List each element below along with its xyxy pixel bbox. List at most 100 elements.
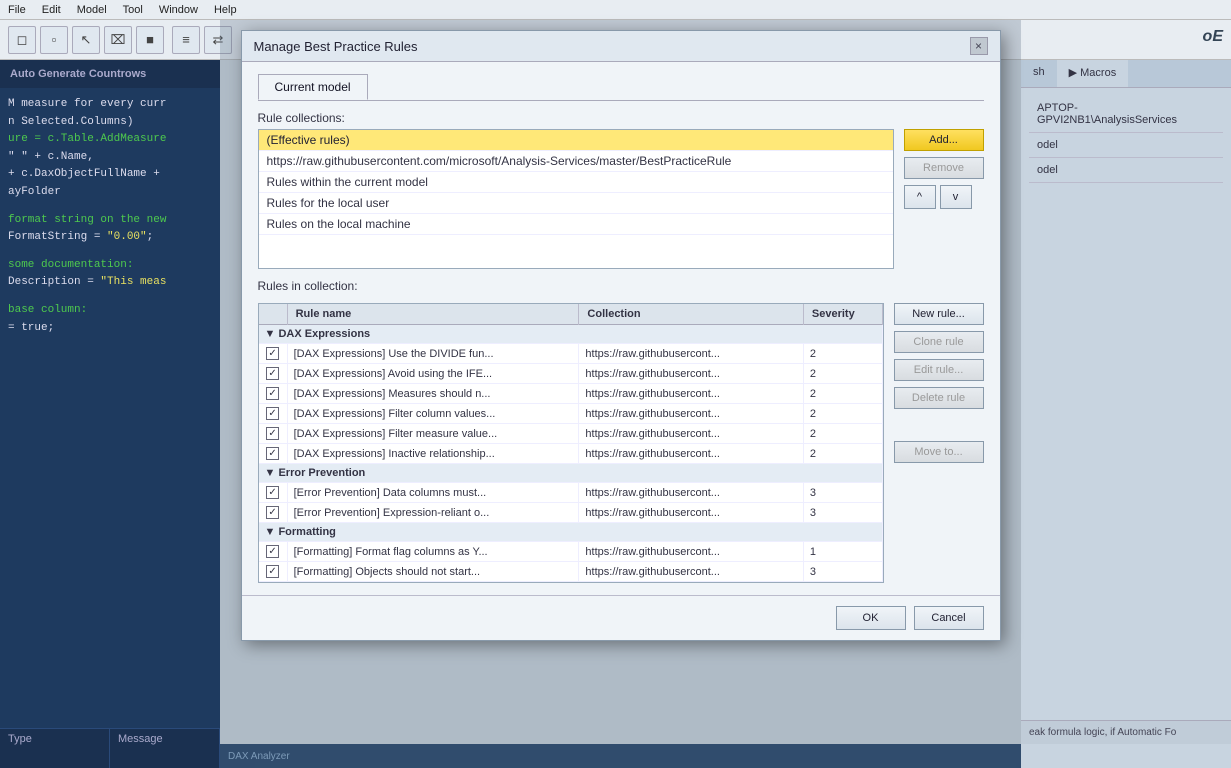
severity-cell: 2 [803, 364, 882, 384]
tab-current-model[interactable]: Current model [258, 74, 368, 100]
checkbox-cell[interactable]: ✓ [259, 424, 288, 444]
ok-button[interactable]: OK [836, 606, 906, 630]
menu-model[interactable]: Model [77, 4, 107, 16]
group-error-prevention[interactable]: ▼ Error Prevention [259, 464, 883, 483]
severity-cell: 3 [803, 483, 882, 503]
severity-cell: 3 [803, 562, 882, 582]
toolbar-btn-6[interactable]: ≡ [172, 26, 200, 54]
severity-cell: 1 [803, 542, 882, 562]
rules-table-scroll[interactable]: Rule name Collection Severity ▼ DAX Expr… [259, 304, 883, 582]
right-item-3[interactable]: odel [1029, 158, 1223, 183]
tab-bar: Current model [258, 74, 984, 101]
right-item-2[interactable]: odel [1029, 133, 1223, 158]
toolbar-btn-3[interactable]: ↖ [72, 26, 100, 54]
sidebar-bottom: Type Message [0, 728, 220, 768]
table-row[interactable]: ✓ [DAX Expressions] Use the DIVIDE fun..… [259, 344, 883, 364]
bottom-message: Message [110, 729, 220, 768]
code-line-4: " " + c.Name, [8, 149, 212, 167]
menu-edit[interactable]: Edit [42, 4, 61, 16]
group-header-formatting: ▼ Formatting [259, 523, 883, 542]
remove-button[interactable]: Remove [904, 157, 984, 179]
right-tabs: sh ▶ Macros [1021, 60, 1231, 88]
rule-name-cell: [Error Prevention] Expression-reliant o.… [287, 503, 579, 523]
clone-rule-button[interactable]: Clone rule [894, 331, 984, 353]
code-line-9: some documentation: [8, 257, 212, 275]
toolbar-btn-4[interactable]: ⌧ [104, 26, 132, 54]
toolbar-btn-1[interactable]: ◻ [8, 26, 36, 54]
checkbox-icon: ✓ [266, 347, 279, 360]
table-row[interactable]: ✓ [Error Prevention] Expression-reliant … [259, 503, 883, 523]
add-button[interactable]: Add... [904, 129, 984, 151]
checkbox-cell[interactable]: ✓ [259, 344, 288, 364]
collections-container: (Effective rules) https://raw.githubuser… [258, 129, 984, 269]
collection-item-local-machine[interactable]: Rules on the local machine [259, 214, 893, 235]
checkbox-cell[interactable]: ✓ [259, 404, 288, 424]
rule-name-cell: [Formatting] Objects should not start... [287, 562, 579, 582]
table-row[interactable]: ✓ [DAX Expressions] Measures should n...… [259, 384, 883, 404]
menu-tool[interactable]: Tool [123, 4, 143, 16]
dialog-titlebar: Manage Best Practice Rules × [242, 31, 1000, 62]
table-row[interactable]: ✓ [Formatting] Format flag columns as Y.… [259, 542, 883, 562]
checkbox-cell[interactable]: ✓ [259, 503, 288, 523]
code-line-7: format string on the new [8, 212, 212, 230]
checkbox-icon: ✓ [266, 506, 279, 519]
th-collection: Collection [579, 304, 803, 325]
move-to-button[interactable]: Move to... [894, 441, 984, 463]
right-item-1[interactable]: APTOP-GPVI2NB1\AnalysisServices [1029, 96, 1223, 133]
collection-cell: https://raw.githubusercont... [579, 344, 803, 364]
sidebar-header: Auto Generate Countrows [0, 60, 220, 88]
severity-cell: 2 [803, 444, 882, 464]
collection-cell: https://raw.githubusercont... [579, 542, 803, 562]
delete-rule-button[interactable]: Delete rule [894, 387, 984, 409]
collection-item-local-user[interactable]: Rules for the local user [259, 193, 893, 214]
table-row[interactable]: ✓ [Formatting] Objects should not start.… [259, 562, 883, 582]
group-formatting[interactable]: ▼ Formatting [259, 523, 883, 542]
toolbar-btn-2[interactable]: ▫ [40, 26, 68, 54]
edit-rule-button[interactable]: Edit rule... [894, 359, 984, 381]
down-button[interactable]: v [940, 185, 972, 209]
table-row[interactable]: ✓ [DAX Expressions] Filter column values… [259, 404, 883, 424]
rules-row: Rule name Collection Severity ▼ DAX Expr… [258, 303, 984, 583]
checkbox-icon: ✓ [266, 545, 279, 558]
menu-help[interactable]: Help [214, 4, 237, 16]
right-tab-macros[interactable]: ▶ Macros [1057, 60, 1129, 87]
collection-item-model[interactable]: Rules within the current model [259, 172, 893, 193]
collection-cell: https://raw.githubusercont... [579, 562, 803, 582]
code-line-11: base column: [8, 302, 212, 320]
code-line-12: = true; [8, 320, 212, 338]
up-button[interactable]: ^ [904, 185, 936, 209]
checkbox-cell[interactable]: ✓ [259, 542, 288, 562]
rules-buttons: New rule... Clone rule Edit rule... Dele… [894, 303, 984, 463]
menu-window[interactable]: Window [159, 4, 198, 16]
severity-cell: 2 [803, 424, 882, 444]
collection-item-effective[interactable]: (Effective rules) [259, 130, 893, 151]
rule-name-cell: [DAX Expressions] Avoid using the IFE... [287, 364, 579, 384]
new-rule-button[interactable]: New rule... [894, 303, 984, 325]
checkbox-cell[interactable]: ✓ [259, 483, 288, 503]
bottom-type: Type [0, 729, 110, 768]
collection-item-github[interactable]: https://raw.githubusercontent.com/micros… [259, 151, 893, 172]
checkbox-icon: ✓ [266, 565, 279, 578]
table-row[interactable]: ✓ [Error Prevention] Data columns must..… [259, 483, 883, 503]
checkbox-cell[interactable]: ✓ [259, 364, 288, 384]
right-panel: sh ▶ Macros APTOP-GPVI2NB1\AnalysisServi… [1021, 60, 1231, 768]
checkbox-cell[interactable]: ✓ [259, 562, 288, 582]
group-header-error: ▼ Error Prevention [259, 464, 883, 483]
checkbox-cell[interactable]: ✓ [259, 444, 288, 464]
table-row[interactable]: ✓ [DAX Expressions] Avoid using the IFE.… [259, 364, 883, 384]
table-row[interactable]: ✓ [DAX Expressions] Inactive relationshi… [259, 444, 883, 464]
toolbar-btn-5[interactable]: ■ [136, 26, 164, 54]
menu-file[interactable]: File [8, 4, 26, 16]
code-line-5: + c.DaxObjectFullName + [8, 166, 212, 184]
cancel-button[interactable]: Cancel [914, 606, 984, 630]
collection-cell: https://raw.githubusercont... [579, 404, 803, 424]
table-row[interactable]: ✓ [DAX Expressions] Filter measure value… [259, 424, 883, 444]
checkbox-icon: ✓ [266, 407, 279, 420]
dialog-close-button[interactable]: × [970, 37, 988, 55]
right-tab-sh[interactable]: sh [1021, 60, 1057, 87]
checkbox-cell[interactable]: ✓ [259, 384, 288, 404]
th-rule-name: Rule name [287, 304, 579, 325]
group-header-dax: ▼ DAX Expressions [259, 325, 883, 344]
group-dax-expressions[interactable]: ▼ DAX Expressions [259, 325, 883, 344]
collections-list[interactable]: (Effective rules) https://raw.githubuser… [258, 129, 894, 269]
